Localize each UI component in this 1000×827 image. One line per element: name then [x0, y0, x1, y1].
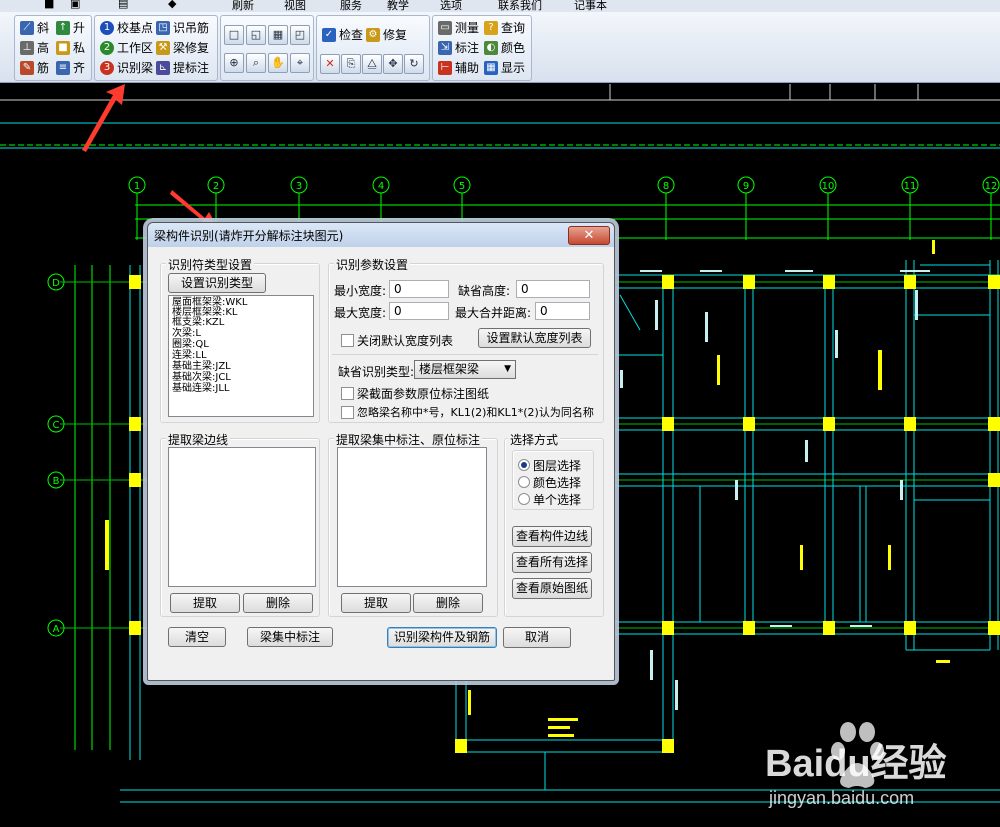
radio-layer-select[interactable]: 图层选择 — [518, 457, 581, 474]
radio-single-select[interactable]: 单个选择 — [518, 491, 581, 508]
close-icon[interactable]: ✕ — [568, 226, 610, 245]
focus-annotation-button[interactable]: 梁集中标注 — [247, 627, 333, 647]
annotation-listbox[interactable] — [337, 447, 487, 587]
red-arrow-1 — [82, 84, 125, 152]
clear-button[interactable]: 清空 — [168, 627, 226, 647]
list-item[interactable]: 基础主梁:JZL — [172, 362, 231, 372]
cancel-button[interactable]: 取消 — [503, 627, 571, 648]
watermark-brand: Baidu经验 — [765, 743, 947, 785]
list-item[interactable]: 框支梁:KZL — [172, 318, 224, 328]
list-item[interactable]: 基础连梁:JLL — [172, 384, 229, 394]
section-params-checkbox[interactable]: 梁截面参数原位标注图纸 — [341, 385, 489, 402]
beam-recognition-dialog: 梁构件识别(请炸开分解标注块图元) ✕ 识别符类型设置 设置识别类型 屋面框架梁… — [147, 222, 615, 681]
view-component-edges-button[interactable]: 查看构件边线 — [512, 526, 592, 547]
type-settings-legend: 识别符类型设置 — [166, 256, 255, 273]
default-type-select[interactable]: 楼层框架梁 ▼ — [414, 360, 516, 379]
params-divider — [332, 354, 598, 355]
edge-listbox[interactable] — [168, 447, 316, 587]
list-item[interactable]: 基础次梁:JCL — [172, 373, 231, 383]
radio-color-select[interactable]: 颜色选择 — [518, 474, 581, 491]
set-default-width-button[interactable]: 设置默认宽度列表 — [478, 328, 591, 348]
delete-edge-button[interactable]: 删除 — [243, 593, 313, 613]
delete-annotation-button[interactable]: 删除 — [413, 593, 483, 613]
view-all-selection-button[interactable]: 查看所有选择 — [512, 552, 592, 573]
default-type-label: 缺省识别类型: — [338, 365, 415, 379]
max-merge-label: 最大合并距离: — [455, 306, 532, 320]
max-width-label: 最大宽度: — [334, 306, 387, 320]
close-default-width-checkbox[interactable]: 关闭默认宽度列表 — [341, 332, 453, 349]
annotation-extract-legend: 提取梁集中标注、原位标注 — [334, 431, 483, 448]
max-width-input[interactable]: 0 — [389, 302, 449, 320]
type-listbox[interactable]: 屋面框架梁:WKL 楼层框架梁:KL 框支梁:KZL 次梁:L 圈梁:QL 连梁… — [168, 295, 314, 417]
extract-edge-button[interactable]: 提取 — [170, 593, 240, 613]
max-merge-input[interactable]: 0 — [535, 302, 590, 320]
ignore-star-checkbox[interactable]: 忽略梁名称中*号，KL1(2)和KL1*(2)认为同名称 — [341, 404, 594, 420]
selection-mode-legend: 选择方式 — [508, 431, 561, 448]
list-item[interactable]: 圈梁:QL — [172, 340, 209, 350]
baidu-jingyan-watermark: Baidu经验 jingyan.baidu.com — [765, 722, 947, 808]
params-settings-legend: 识别参数设置 — [334, 256, 411, 273]
default-height-label: 缺省高度: — [458, 284, 511, 298]
default-height-input[interactable]: 0 — [516, 280, 590, 298]
extract-annotation-button[interactable]: 提取 — [341, 593, 411, 613]
recognize-beam-button[interactable]: 识别梁构件及钢筋 — [387, 627, 497, 648]
chevron-down-icon: ▼ — [504, 364, 511, 374]
list-item[interactable]: 连梁:LL — [172, 351, 207, 361]
min-width-input[interactable]: 0 — [389, 280, 449, 298]
dialog-title: 梁构件识别(请炸开分解标注块图元) — [154, 229, 344, 243]
min-width-label: 最小宽度: — [334, 284, 387, 298]
set-type-button[interactable]: 设置识别类型 — [168, 273, 266, 293]
dialog-title-bar[interactable]: 梁构件识别(请炸开分解标注块图元) ✕ — [148, 223, 614, 247]
watermark-url: jingyan.baidu.com — [768, 788, 914, 808]
view-original-drawing-button[interactable]: 查看原始图纸 — [512, 578, 592, 599]
list-item[interactable]: 次梁:L — [172, 329, 201, 339]
edge-extract-legend: 提取梁边线 — [166, 431, 231, 448]
